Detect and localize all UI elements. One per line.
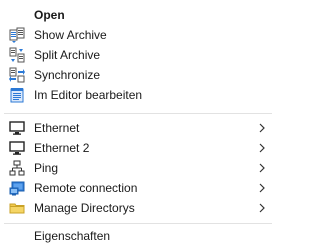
menu-item-edit-in-editor-label: Im Editor bearbeiten [34,88,143,102]
menu-item-properties[interactable]: Eigenschaften [0,226,276,246]
chevron-right-icon [258,161,266,175]
menu-item-synchronize-label: Synchronize [34,68,101,82]
menu-item-open[interactable]: Open [0,5,276,25]
menu-item-show-archive-label: Show Archive [34,28,107,42]
monitor-icon [9,140,25,156]
menu-item-split-archive-label: Split Archive [34,48,101,62]
menu-item-ethernet-label: Ethernet [34,121,80,135]
remote-icon [9,180,25,196]
menu-item-ethernet[interactable]: Ethernet [0,118,276,138]
chevron-right-icon [258,121,266,135]
folder-icon [9,200,25,216]
menu-item-manage-directorys-label: Manage Directorys [34,201,135,215]
chevron-right-icon [258,201,266,215]
menu-item-remote-connection[interactable]: Remote connection [0,178,276,198]
menu-separator [4,223,272,224]
sync-icon [9,67,25,83]
chevron-right-icon [258,141,266,155]
notepad-icon [9,87,25,103]
menu-item-ethernet-2-label: Ethernet 2 [34,141,90,155]
menu-item-ethernet-2[interactable]: Ethernet 2 [0,138,276,158]
archive-icon [9,27,25,43]
chevron-right-icon [258,181,266,195]
split-icon [9,47,25,63]
menu-item-ping-label: Ping [34,161,59,175]
menu-item-show-archive[interactable]: Show Archive [0,25,276,45]
menu-separator [4,113,272,114]
menu-item-split-archive[interactable]: Split Archive [0,45,276,65]
menu-item-synchronize[interactable]: Synchronize [0,65,276,85]
menu-item-ping[interactable]: Ping [0,158,276,178]
network-icon [9,160,25,176]
menu-item-open-label: Open [34,8,65,22]
menu-item-properties-label: Eigenschaften [34,229,111,243]
menu-item-edit-in-editor[interactable]: Im Editor bearbeiten [0,85,276,105]
monitor-icon [9,120,25,136]
menu-item-manage-directorys[interactable]: Manage Directorys [0,198,276,218]
context-menu: Open Show Archive Split Archive Synchron… [0,0,276,246]
menu-item-remote-connection-label: Remote connection [34,181,138,195]
